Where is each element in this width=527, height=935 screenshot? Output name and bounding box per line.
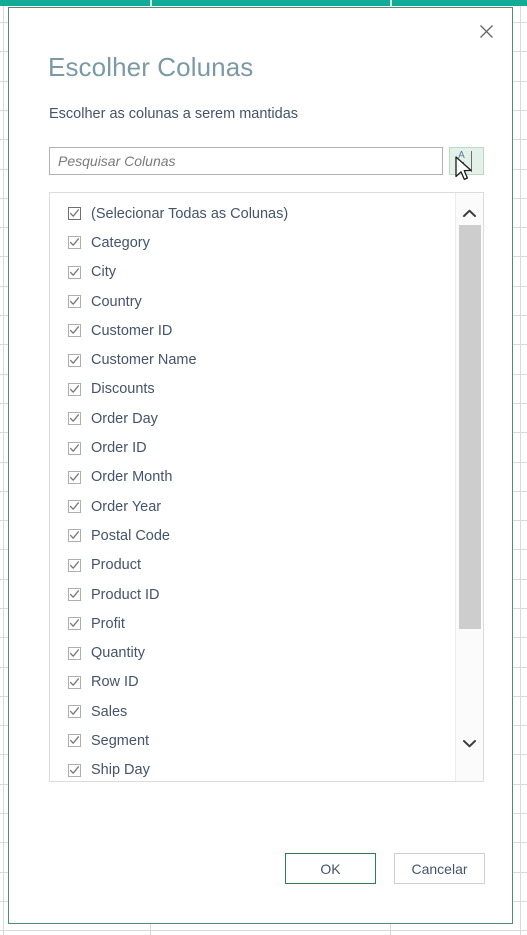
- list-item-label: Product: [91, 557, 141, 574]
- checkbox-checked-icon[interactable]: [68, 558, 81, 572]
- checkbox-checked-icon[interactable]: [68, 734, 81, 748]
- checkbox-checked-icon[interactable]: [68, 763, 81, 777]
- column-list[interactable]: (Selecionar Todas as Colunas) Category Cit…: [50, 193, 454, 781]
- list-item-label: Order Day: [91, 410, 158, 427]
- search-row: A Z: [49, 147, 484, 175]
- ribbon-tick: [390, 0, 392, 6]
- list-item[interactable]: Order Day: [50, 404, 454, 433]
- list-item[interactable]: (Selecionar Todas as Colunas): [50, 199, 454, 228]
- grid-row-line: [0, 930, 527, 931]
- list-item-label: Segment: [91, 732, 150, 749]
- list-item[interactable]: Row ID: [50, 668, 454, 697]
- list-item-label: Order Month: [91, 469, 173, 486]
- close-button[interactable]: [470, 16, 502, 46]
- checkbox-checked-icon[interactable]: [68, 324, 81, 338]
- ok-button[interactable]: OK: [285, 853, 376, 884]
- checkbox-checked-icon[interactable]: [68, 470, 81, 484]
- list-item[interactable]: Order Month: [50, 463, 454, 492]
- sort-arrow-icon: [471, 151, 472, 172]
- list-item-label: Discounts: [91, 381, 155, 398]
- ribbon-band: [0, 0, 527, 6]
- cancel-button[interactable]: Cancelar: [394, 853, 485, 884]
- list-item[interactable]: Ship Day: [50, 756, 454, 781]
- sort-letter-a: A: [458, 150, 465, 161]
- sort-letter-z: Z: [458, 161, 465, 172]
- checkbox-checked-icon[interactable]: [68, 207, 81, 221]
- dialog-subtitle: Escolher as colunas a serem mantidas: [49, 106, 299, 122]
- checkbox-checked-icon[interactable]: [68, 236, 81, 250]
- list-item[interactable]: Quantity: [50, 638, 454, 667]
- checkbox-checked-icon[interactable]: [68, 295, 81, 309]
- list-item[interactable]: Order ID: [50, 433, 454, 462]
- sort-az-button[interactable]: A Z: [449, 147, 484, 175]
- list-item[interactable]: Customer ID: [50, 316, 454, 345]
- column-list-box: (Selecionar Todas as Colunas) Category Cit…: [49, 192, 484, 782]
- list-item[interactable]: Order Year: [50, 492, 454, 521]
- list-item[interactable]: Segment: [50, 726, 454, 755]
- list-item[interactable]: City: [50, 258, 454, 287]
- list-item-label: Profit: [91, 615, 125, 632]
- search-input[interactable]: [49, 147, 443, 175]
- list-item[interactable]: Profit: [50, 609, 454, 638]
- checkbox-checked-icon[interactable]: [68, 500, 81, 514]
- list-item[interactable]: Country: [50, 287, 454, 316]
- checkbox-checked-icon[interactable]: [68, 382, 81, 396]
- list-item-label: Customer Name: [91, 352, 197, 369]
- sort-az-icon: A Z: [456, 150, 467, 172]
- list-item[interactable]: Product ID: [50, 580, 454, 609]
- list-item-label: Postal Code: [91, 527, 170, 544]
- list-scrollbar[interactable]: [455, 193, 483, 781]
- checkbox-checked-icon[interactable]: [68, 265, 81, 279]
- list-item[interactable]: Postal Code: [50, 521, 454, 550]
- list-item-label: Category: [91, 234, 150, 251]
- list-item-label: Country: [91, 293, 142, 310]
- ribbon-tick: [150, 0, 152, 6]
- list-item[interactable]: Category: [50, 228, 454, 257]
- list-item-label: Sales: [91, 703, 128, 720]
- list-item[interactable]: Sales: [50, 697, 454, 726]
- list-item-label: Order ID: [91, 440, 147, 457]
- list-item-label: City: [91, 264, 116, 281]
- list-item-label: Product ID: [91, 586, 160, 603]
- checkbox-checked-icon[interactable]: [68, 588, 81, 601]
- list-item[interactable]: Discounts: [50, 375, 454, 404]
- page-title: Escolher Colunas: [48, 52, 254, 82]
- grid-col-line: [3, 0, 4, 935]
- list-item-label: (Selecionar Todas as Colunas): [91, 205, 289, 222]
- choose-columns-dialog: Escolher Colunas Escolher as colunas a s…: [8, 7, 513, 924]
- chevron-up-icon: [463, 205, 476, 223]
- checkbox-checked-icon[interactable]: [68, 353, 81, 367]
- checkbox-checked-icon[interactable]: [68, 412, 81, 426]
- chevron-down-icon: [463, 735, 476, 753]
- list-item-label: Order Year: [91, 498, 162, 515]
- close-icon: [479, 24, 494, 39]
- list-item-label: Customer ID: [91, 322, 173, 339]
- scrollbar-down-button[interactable]: [456, 729, 483, 759]
- checkbox-checked-icon[interactable]: [68, 617, 81, 631]
- checkbox-checked-icon[interactable]: [68, 646, 81, 660]
- checkbox-checked-icon[interactable]: [68, 441, 81, 455]
- list-item-label: Quantity: [91, 645, 145, 662]
- checkbox-checked-icon[interactable]: [68, 675, 81, 689]
- checkbox-checked-icon[interactable]: [68, 705, 81, 719]
- scrollbar-thumb[interactable]: [459, 225, 481, 629]
- list-item-label: Ship Day: [91, 762, 150, 779]
- list-item-label: Row ID: [91, 674, 139, 691]
- grid-col-line: [520, 0, 521, 935]
- checkbox-checked-icon[interactable]: [68, 529, 81, 543]
- list-item[interactable]: Customer Name: [50, 345, 454, 374]
- list-item[interactable]: Product: [50, 551, 454, 580]
